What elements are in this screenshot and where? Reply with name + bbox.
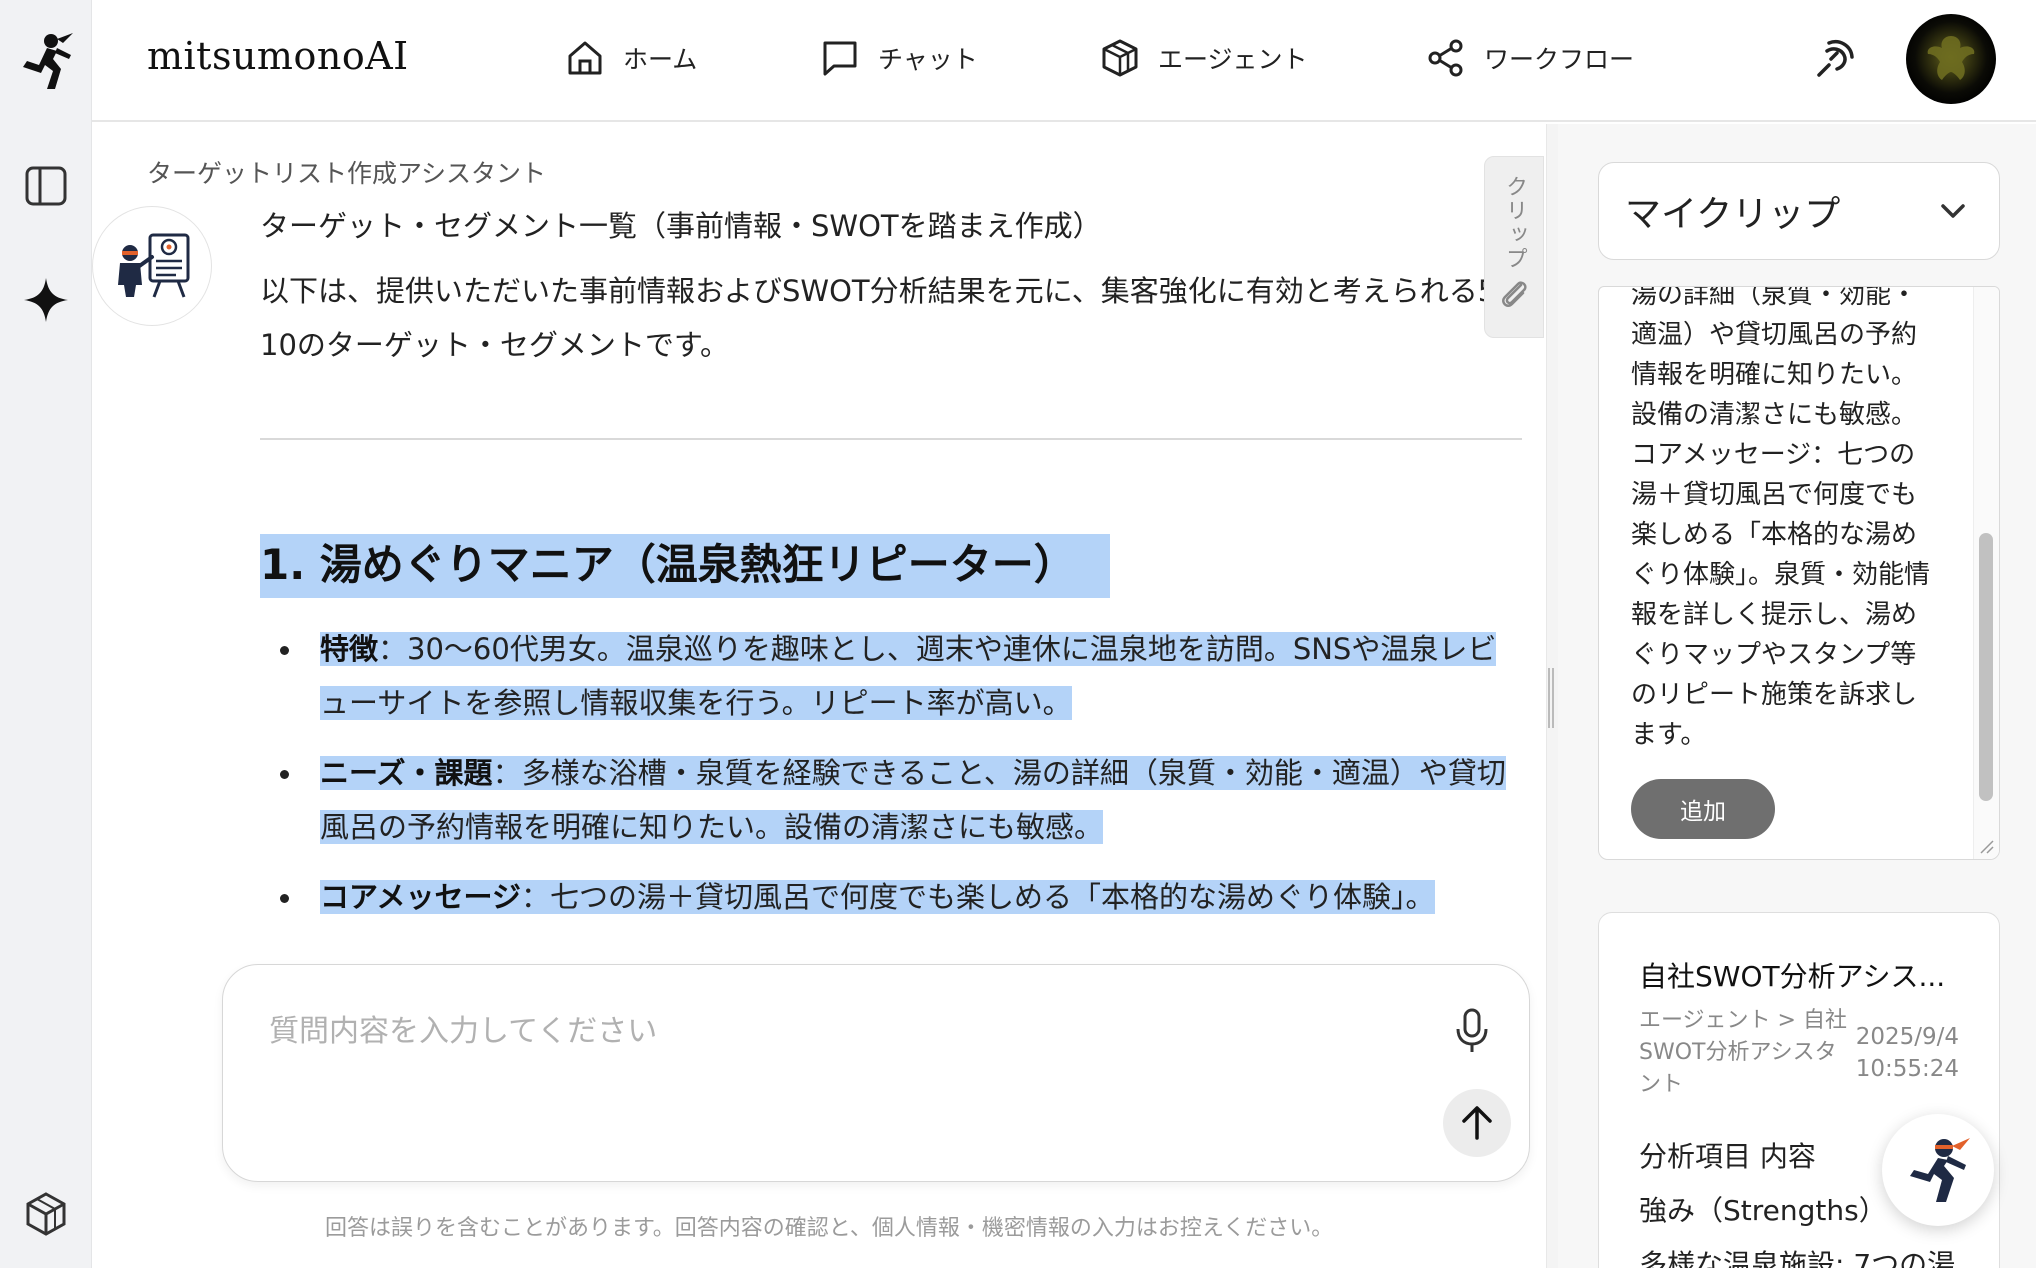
- assistant-fab[interactable]: [1882, 1114, 1994, 1226]
- paperclip-icon: [1502, 281, 1527, 307]
- ninja-logo-icon[interactable]: [16, 32, 76, 92]
- clip-card-time: 10:55:24: [1855, 1056, 1959, 1082]
- scrollbar-thumb[interactable]: [1979, 533, 1993, 801]
- nav-agent-label: エージェント: [1158, 45, 1308, 74]
- cube-outline-icon[interactable]: [16, 1184, 76, 1244]
- user-avatar[interactable]: [1906, 14, 1996, 104]
- arrow-up-icon: [1462, 1106, 1492, 1140]
- nav-workflow[interactable]: ワークフロー: [1426, 34, 1634, 82]
- bullet-label: ニーズ・課題: [320, 756, 493, 790]
- clip-card-line: 多様な温泉施設: 7つの湯: [1639, 1248, 1956, 1268]
- assistant-message: ターゲット・セグメント一覧（事前情報・SWOTを踏まえ作成） 以下は、提供いただ…: [260, 206, 1522, 946]
- clip-panel: マイクリップ 湯の詳細（泉質・効能・適温）や貸切風呂の予約情報を明確に知りたい。…: [1558, 124, 2036, 1268]
- bullet-text: ：多様な浴槽・泉質を経験できること、湯の詳細（泉質・効能・適温）や貸切風呂の予約…: [320, 756, 1506, 844]
- clip-card-line: 強み（Strengths）: [1639, 1194, 1887, 1227]
- sidebar-toggle-icon[interactable]: [16, 156, 76, 216]
- clip-note-text[interactable]: 湯の詳細（泉質・効能・適温）や貸切風呂の予約情報を明確に知りたい。設備の清潔さに…: [1631, 287, 1941, 755]
- clip-tab-label: クリップ: [1502, 175, 1527, 271]
- nav-chat-label: チャット: [878, 45, 978, 74]
- audio-icon[interactable]: [1808, 34, 1860, 86]
- nav-home-label: ホーム: [623, 45, 698, 74]
- clip-card-path: エージェント > 自社SWOT分析アシスタント: [1639, 1008, 1847, 1097]
- splitter-grip-icon[interactable]: [1548, 668, 1554, 728]
- share-nodes-icon: [1428, 39, 1463, 77]
- clip-card-title: 自社SWOT分析アシス...: [1639, 960, 1946, 993]
- clip-card-line: 分析項目 内容: [1639, 1140, 1816, 1173]
- chat-bubble-icon: [823, 41, 857, 76]
- clip-note-scrollbar[interactable]: [1973, 287, 1999, 859]
- my-clip-dropdown[interactable]: マイクリップ: [1598, 162, 2000, 260]
- sparkle-icon[interactable]: [16, 270, 76, 330]
- bullet-text: ：30〜60代男女。温泉巡りを趣味とし、週末や連休に温泉地を訪問。SNSや温泉レ…: [320, 632, 1497, 720]
- message-divider: [260, 438, 1522, 440]
- agent-name: ターゲットリスト作成アシスタント: [147, 159, 547, 188]
- clip-tab[interactable]: クリップ: [1484, 156, 1544, 338]
- ninja-mascot-icon: [1910, 1138, 1970, 1202]
- send-button[interactable]: [1443, 1089, 1511, 1157]
- message-composer: [222, 964, 1530, 1182]
- brand-name[interactable]: mitsumonoAI: [147, 34, 409, 78]
- nav-workflow-label: ワークフロー: [1484, 45, 1635, 74]
- chevron-down-icon: [1941, 204, 1965, 218]
- clip-note-editor[interactable]: 湯の詳細（泉質・効能・適温）や貸切風呂の予約情報を明確に知りたい。設備の清潔さに…: [1598, 286, 2000, 860]
- message-intro: 以下は、提供いただいた事前情報およびSWOT分析結果を元に、集客強化に有効と考え…: [260, 274, 1522, 362]
- agent-avatar: [92, 206, 212, 326]
- bullet-needs: ニーズ・課題：多様な浴槽・泉質を経験できること、湯の詳細（泉質・効能・適温）や貸…: [260, 746, 1522, 854]
- add-button[interactable]: 追加: [1631, 779, 1775, 839]
- nav-home[interactable]: ホーム: [565, 34, 697, 82]
- bullet-features: 特徴：30〜60代男女。温泉巡りを趣味とし、週末や連休に温泉地を訪問。SNSや温…: [260, 622, 1522, 730]
- home-icon: [568, 41, 602, 75]
- message-fade: [260, 916, 1522, 948]
- nav-agent[interactable]: エージェント: [1100, 34, 1308, 82]
- bullet-text: ：七つの湯＋貸切風呂で何度でも楽しめる「本格的な湯めぐり体験」。: [520, 880, 1435, 914]
- resize-grip-icon[interactable]: [1979, 839, 1995, 855]
- message-input[interactable]: [269, 1001, 1419, 1061]
- segment-heading: 1. 湯めぐりマニア（温泉熱狂リピーター）: [260, 534, 1110, 598]
- left-rail: [0, 0, 92, 1268]
- bullet-label: コアメッセージ: [320, 880, 521, 914]
- cube-icon: [1102, 39, 1138, 77]
- clip-card-timestamp: 2025/9/4 10:55:24: [1856, 1021, 1959, 1085]
- disclaimer-text: 回答は誤りを含むことがあります。回答内容の確認と、個人情報・機密情報の入力はお控…: [325, 1216, 1334, 1241]
- my-clip-dropdown-label: マイクリップ: [1625, 194, 1841, 235]
- message-title: ターゲット・セグメント一覧（事前情報・SWOTを踏まえ作成）: [260, 209, 1102, 243]
- chat-area: ターゲットリスト作成アシスタント ターゲット・セグメント一覧（事前情報・SWOT…: [92, 124, 1546, 1268]
- microphone-icon[interactable]: [1446, 1001, 1498, 1061]
- top-header: mitsumonoAI ホーム チャット エージェント ワークフロー: [92, 0, 2036, 122]
- segment-bullet-list: 特徴：30〜60代男女。温泉巡りを趣味とし、週末や連休に温泉地を訪問。SNSや温…: [260, 622, 1522, 924]
- bullet-label: 特徴: [320, 632, 379, 666]
- nav-chat[interactable]: チャット: [820, 34, 978, 82]
- clip-card-date: 2025/9/4: [1855, 1024, 1959, 1050]
